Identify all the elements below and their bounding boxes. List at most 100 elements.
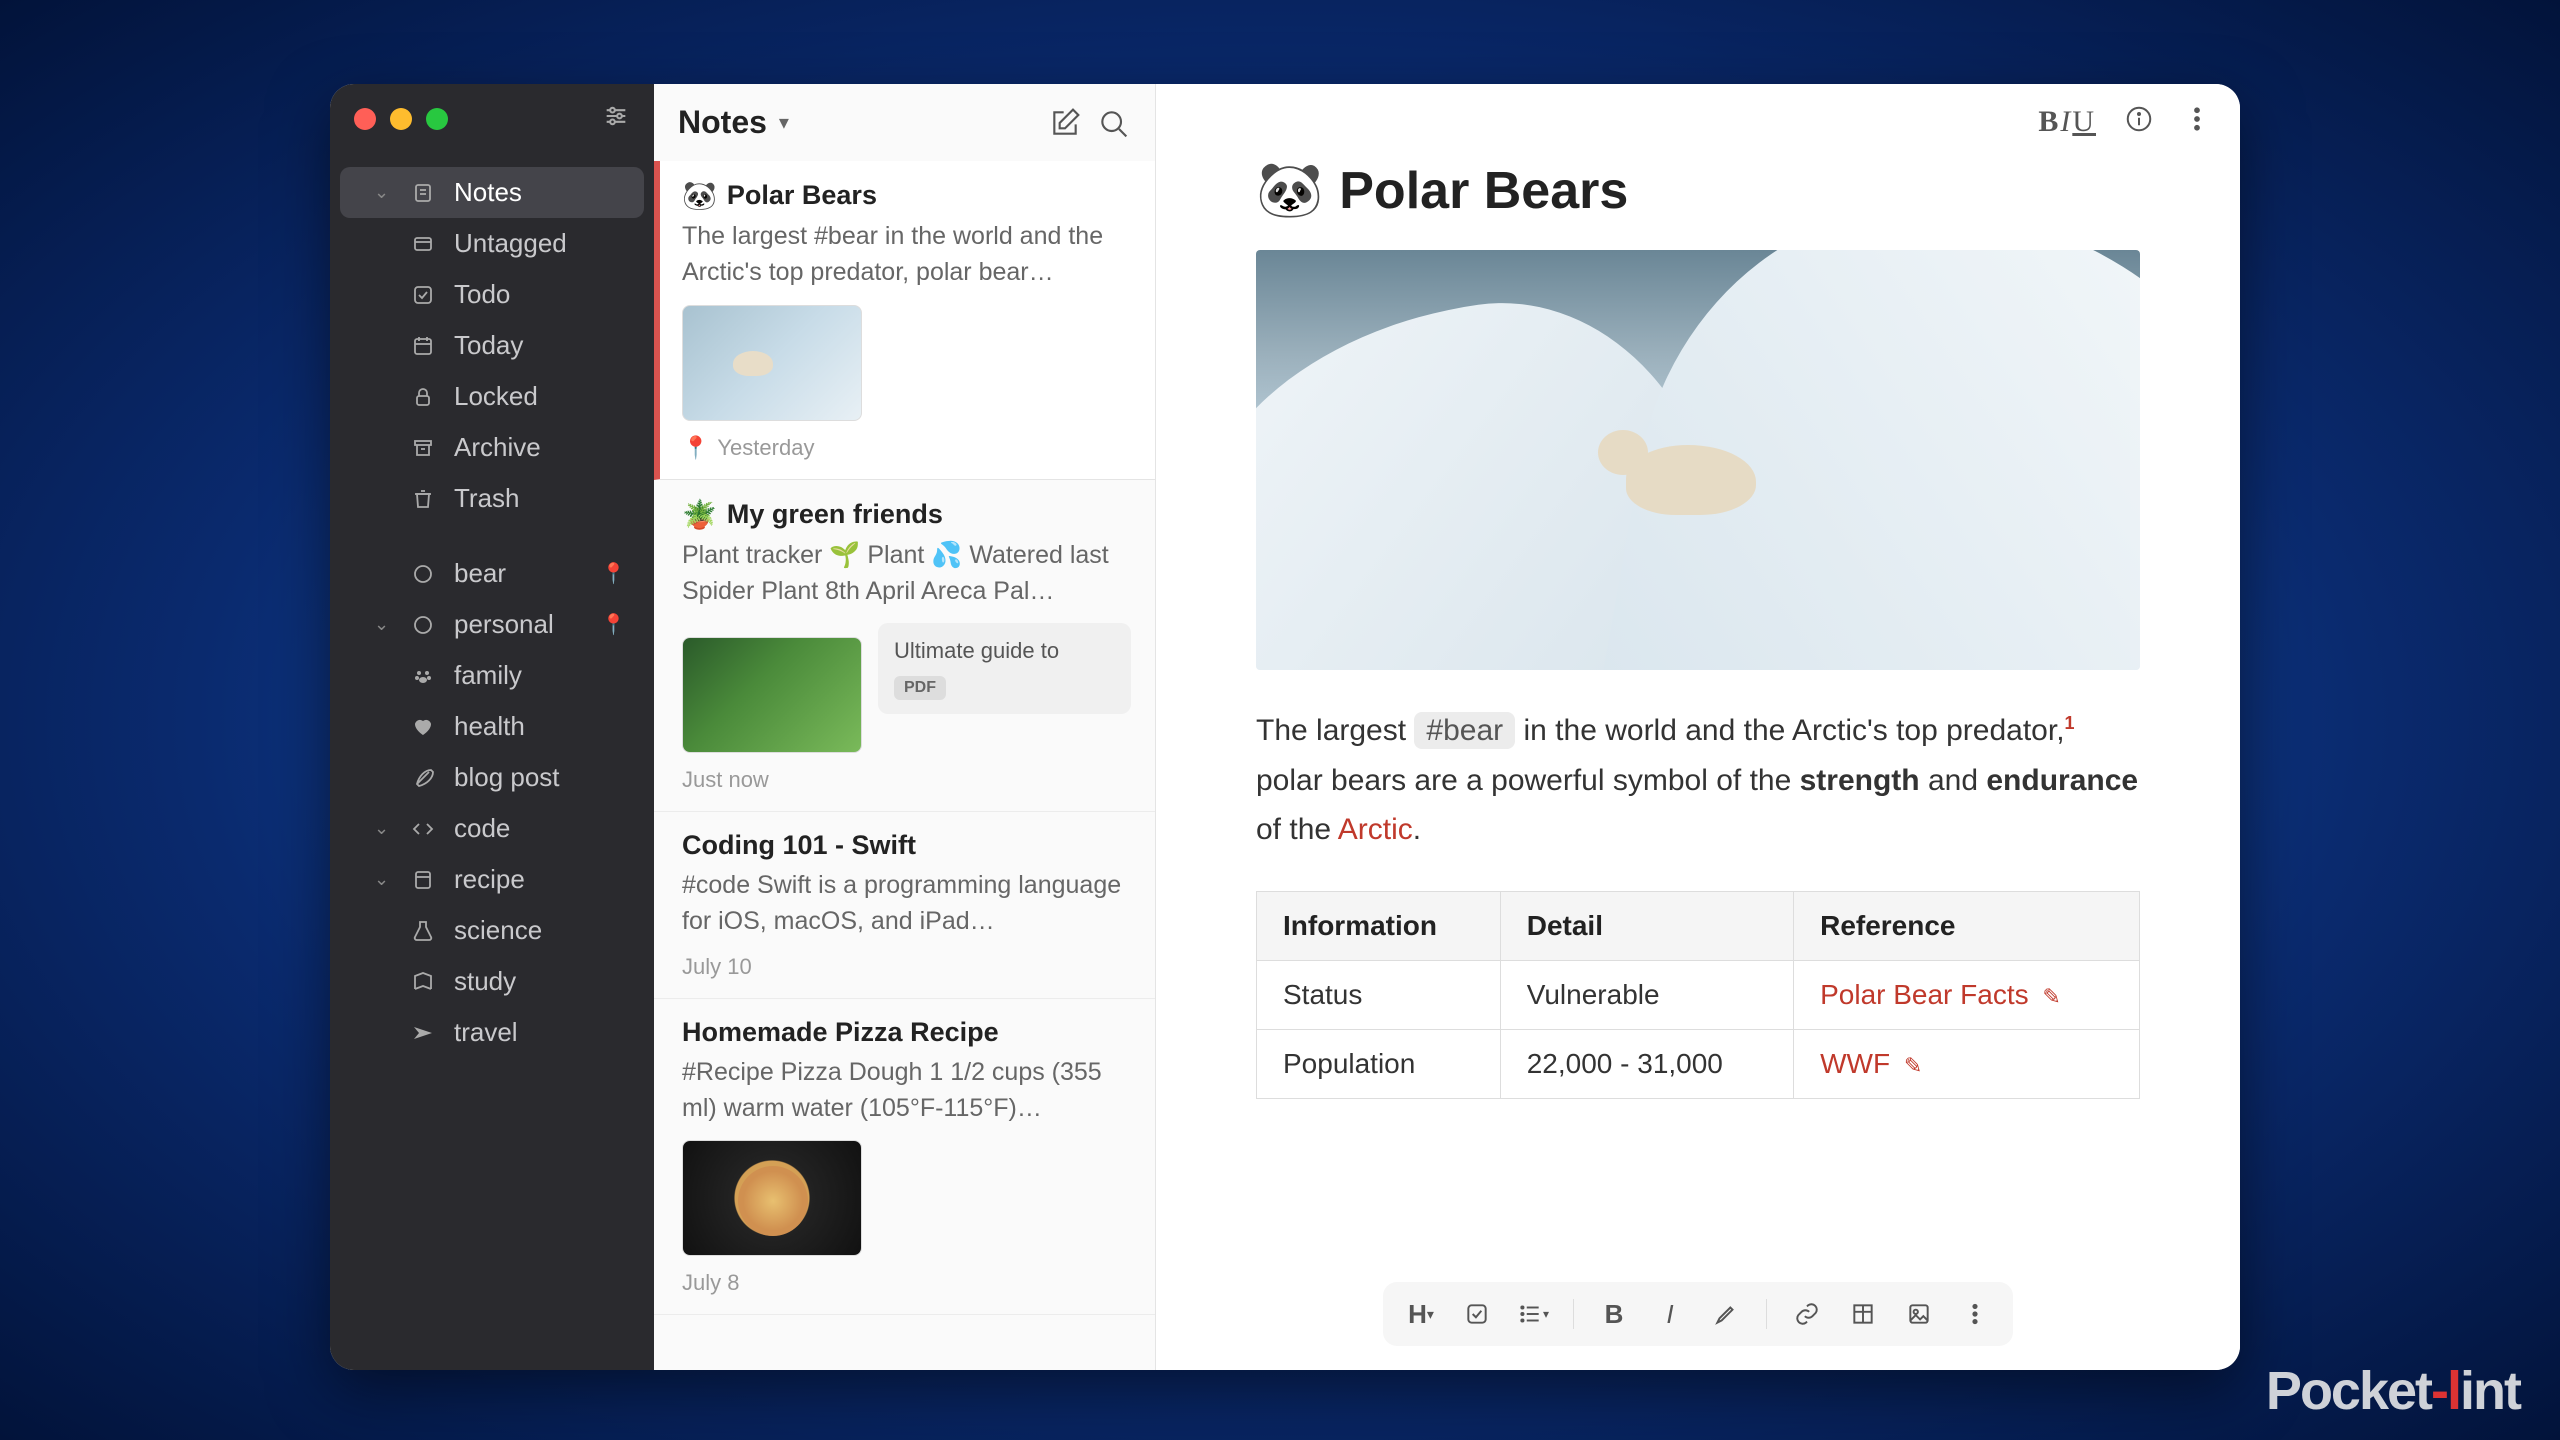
info-icon[interactable] bbox=[2124, 104, 2154, 139]
table-cell: Vulnerable bbox=[1500, 960, 1793, 1029]
table-cell-reference[interactable]: WWF ✎ bbox=[1794, 1029, 2140, 1098]
sidebar-item-Locked[interactable]: Locked bbox=[340, 371, 644, 422]
bold-button[interactable]: B bbox=[1592, 1292, 1636, 1336]
more-icon[interactable] bbox=[2182, 104, 2212, 139]
paw-icon bbox=[410, 664, 436, 688]
flask-icon bbox=[410, 919, 436, 943]
sidebar-item-health[interactable]: health bbox=[340, 701, 644, 752]
trash-icon bbox=[410, 487, 436, 511]
arctic-link[interactable]: Arctic bbox=[1338, 813, 1413, 846]
sidebar-item-code[interactable]: ⌄code bbox=[340, 803, 644, 854]
sidebar-item-label: family bbox=[454, 660, 522, 691]
hashtag-chip[interactable]: #bear bbox=[1414, 712, 1515, 749]
heading-button[interactable]: H▾ bbox=[1399, 1292, 1443, 1336]
note-date: 📍Yesterday bbox=[682, 435, 1131, 461]
sidebar-item-label: personal bbox=[454, 609, 554, 640]
code-icon bbox=[410, 817, 436, 841]
sidebar-item-bear[interactable]: bear📍 bbox=[340, 548, 644, 599]
sidebar-item-travel[interactable]: travel bbox=[340, 1007, 644, 1058]
image-button[interactable] bbox=[1897, 1292, 1941, 1336]
table-row[interactable]: Population22,000 - 31,000WWF ✎ bbox=[1257, 1029, 2140, 1098]
note-emoji: 🐼 bbox=[682, 179, 717, 212]
note-card[interactable]: 🪴My green friends Plant tracker 🌱 Plant 💦… bbox=[654, 480, 1155, 813]
minimize-window-button[interactable] bbox=[390, 108, 412, 130]
sidebar-item-label: Archive bbox=[454, 432, 541, 463]
close-window-button[interactable] bbox=[354, 108, 376, 130]
app-window: ⌄NotesUntaggedTodoTodayLockedArchiveTras… bbox=[330, 84, 2240, 1370]
check-icon bbox=[410, 283, 436, 307]
sidebar-item-science[interactable]: science bbox=[340, 905, 644, 956]
note-list-title[interactable]: Notes bbox=[678, 104, 767, 141]
tagcircle-icon bbox=[410, 613, 436, 637]
hero-image[interactable] bbox=[1256, 250, 2140, 670]
list-button[interactable]: ▾ bbox=[1511, 1292, 1555, 1336]
note-card-title: 🐼Polar Bears bbox=[682, 179, 1131, 212]
note-icon bbox=[410, 181, 436, 205]
note-card[interactable]: Coding 101 - Swift#code Swift is a progr… bbox=[654, 812, 1155, 999]
attachment-card[interactable]: Ultimate guide toPDF bbox=[878, 623, 1131, 714]
toolbar-more-icon[interactable] bbox=[1953, 1292, 1997, 1336]
sidebar-item-family[interactable]: family bbox=[340, 650, 644, 701]
note-preview: The largest #bear in the world and the A… bbox=[682, 218, 1131, 291]
format-biu-button[interactable]: BIU bbox=[2038, 105, 2096, 139]
sidebar-item-label: blog post bbox=[454, 762, 560, 793]
pin-icon: 📍 bbox=[682, 435, 709, 461]
lock-icon bbox=[410, 385, 436, 409]
watermark: Pocket-lint bbox=[2266, 1360, 2520, 1422]
chevron-down-icon: ⌄ bbox=[374, 614, 392, 635]
sidebar-item-Today[interactable]: Today bbox=[340, 320, 644, 371]
document-paragraph[interactable]: The largest #bear in the world and the A… bbox=[1256, 706, 2140, 855]
note-card-title: 🪴My green friends bbox=[682, 498, 1131, 531]
note-preview: #Recipe Pizza Dough 1 1/2 cups (355 ml) … bbox=[682, 1054, 1131, 1127]
note-thumbnail bbox=[682, 305, 862, 421]
sidebar-item-Trash[interactable]: Trash bbox=[340, 473, 644, 524]
sidebar-item-label: health bbox=[454, 711, 525, 742]
tag-icon bbox=[410, 232, 436, 256]
note-card-title: Homemade Pizza Recipe bbox=[682, 1017, 1131, 1048]
note-card[interactable]: 🐼Polar Bears The largest #bear in the wor… bbox=[654, 161, 1155, 480]
sidebar-item-recipe[interactable]: ⌄recipe bbox=[340, 854, 644, 905]
footnote-ref[interactable]: 1 bbox=[2065, 713, 2075, 733]
sidebar-item-label: bear bbox=[454, 558, 506, 589]
italic-button[interactable]: I bbox=[1648, 1292, 1692, 1336]
heart-icon bbox=[410, 715, 436, 739]
chevron-down-icon: ⌄ bbox=[374, 818, 392, 839]
note-preview: Plant tracker 🌱 Plant 💦 Watered last Spi… bbox=[682, 537, 1131, 610]
table-row[interactable]: StatusVulnerablePolar Bear Facts ✎ bbox=[1257, 960, 2140, 1029]
document-title-text: Polar Bears bbox=[1339, 161, 1628, 221]
table-cell-reference[interactable]: Polar Bear Facts ✎ bbox=[1794, 960, 2140, 1029]
info-table[interactable]: InformationDetailReference StatusVulnera… bbox=[1256, 891, 2140, 1099]
note-list-header: Notes ▾ bbox=[654, 84, 1155, 161]
recipe-icon bbox=[410, 868, 436, 892]
search-icon[interactable] bbox=[1095, 105, 1131, 141]
editor-panel: BIU 🐼 Polar Bears The largest #bear in t… bbox=[1156, 84, 2240, 1370]
table-cell: Population bbox=[1257, 1029, 1501, 1098]
sidebar-item-study[interactable]: study bbox=[340, 956, 644, 1007]
sidebar-item-label: Notes bbox=[454, 177, 522, 208]
sidebar-item-Archive[interactable]: Archive bbox=[340, 422, 644, 473]
table-cell: 22,000 - 31,000 bbox=[1500, 1029, 1793, 1098]
settings-icon[interactable] bbox=[602, 102, 630, 135]
editor-body[interactable]: 🐼 Polar Bears The largest #bear in the w… bbox=[1156, 159, 2240, 1282]
sidebar-item-label: Trash bbox=[454, 483, 520, 514]
sidebar-item-blog-post[interactable]: blog post bbox=[340, 752, 644, 803]
sidebar-item-label: Todo bbox=[454, 279, 510, 310]
note-list-panel: Notes ▾ 🐼Polar Bears The largest #bear in… bbox=[654, 84, 1156, 1370]
feather-icon bbox=[410, 766, 436, 790]
highlight-button[interactable] bbox=[1704, 1292, 1748, 1336]
sidebar-item-Notes[interactable]: ⌄Notes bbox=[340, 167, 644, 218]
sidebar-item-label: science bbox=[454, 915, 542, 946]
checklist-button[interactable] bbox=[1455, 1292, 1499, 1336]
note-emoji: 🪴 bbox=[682, 498, 717, 531]
link-button[interactable] bbox=[1785, 1292, 1829, 1336]
sidebar-item-Todo[interactable]: Todo bbox=[340, 269, 644, 320]
sidebar-item-label: Untagged bbox=[454, 228, 567, 259]
document-title[interactable]: 🐼 Polar Bears bbox=[1256, 159, 2140, 222]
table-button[interactable] bbox=[1841, 1292, 1885, 1336]
sidebar-item-personal[interactable]: ⌄personal📍 bbox=[340, 599, 644, 650]
chevron-down-icon[interactable]: ▾ bbox=[779, 110, 789, 135]
sidebar-item-Untagged[interactable]: Untagged bbox=[340, 218, 644, 269]
note-card[interactable]: Homemade Pizza Recipe #Recipe Pizza Dough… bbox=[654, 999, 1155, 1316]
compose-icon[interactable] bbox=[1047, 105, 1083, 141]
maximize-window-button[interactable] bbox=[426, 108, 448, 130]
